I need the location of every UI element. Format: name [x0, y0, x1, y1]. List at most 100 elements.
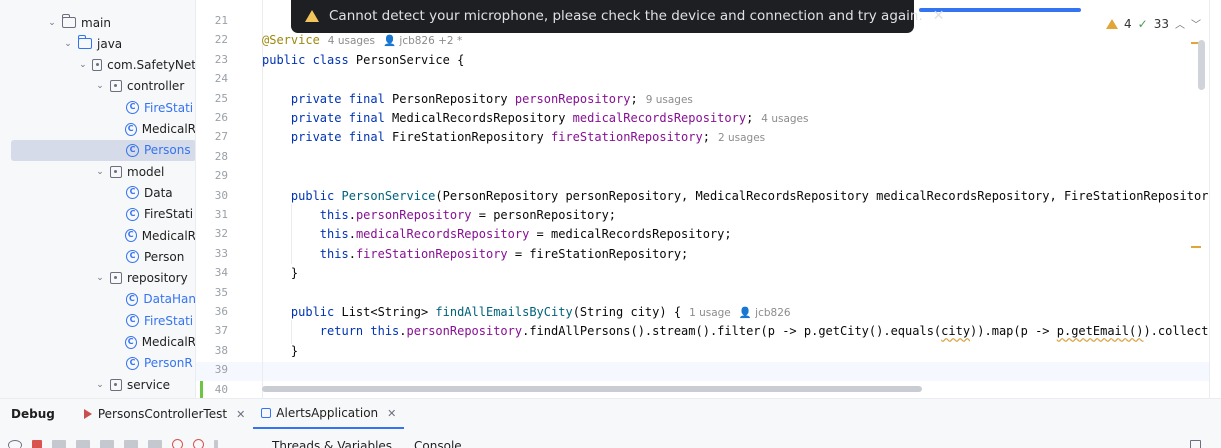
vertical-scrollbar[interactable] [1198, 40, 1205, 90]
code-token: ; [630, 91, 638, 106]
inlay-hint[interactable]: 👤 jcb826 [739, 307, 791, 319]
error-stripe-marker[interactable] [1191, 246, 1201, 248]
tree-item-label: FireStati [144, 100, 194, 115]
line-number: 40 [214, 382, 228, 396]
tab-threads-variables[interactable]: Threads & Variables [272, 439, 392, 448]
step-out-icon[interactable] [148, 439, 162, 448]
code-line[interactable]: this.fireStationRepository = fireStation… [262, 245, 688, 264]
more-icon[interactable] [214, 439, 218, 448]
code-line[interactable]: private final PersonRepository personRep… [262, 90, 693, 109]
code-line[interactable]: private final FireStationRepository fire… [262, 128, 765, 147]
close-icon[interactable]: ✕ [387, 407, 396, 420]
tree-item[interactable]: C DataHan [0, 289, 195, 310]
previous-highlight-icon[interactable]: ︿ [1175, 16, 1185, 31]
debug-toolbar [8, 439, 218, 448]
line-number: 35 [214, 285, 228, 299]
tree-item[interactable]: ⌄ model [0, 161, 195, 182]
inlay-hint[interactable]: 👤 jcb826 +2 * [383, 35, 462, 47]
chevron-down-icon[interactable]: ⌄ [94, 380, 106, 390]
step-over-icon[interactable] [100, 439, 114, 448]
inlay-hint[interactable]: 9 usages [646, 94, 693, 106]
tree-item[interactable]: ⌄ service [0, 374, 195, 395]
tree-item-label: com.SafetyNet [107, 58, 196, 73]
tree-item[interactable]: C Persons [11, 139, 195, 161]
tree-item[interactable]: C MedicalR [0, 225, 195, 246]
resume-icon[interactable] [52, 439, 66, 448]
inlay-hint[interactable]: 4 usages [761, 113, 808, 125]
code-token: FireStationRepository [392, 130, 551, 145]
class-icon: C [124, 229, 137, 242]
code-line[interactable]: this.medicalRecordsRepository = medicalR… [262, 225, 732, 244]
tree-item[interactable]: ⌄ repository [0, 268, 195, 289]
code-token: . [348, 227, 356, 242]
inlay-hint[interactable]: 2 usages [718, 132, 765, 144]
application-icon [261, 408, 272, 418]
code-line[interactable]: return this.personRepository.findAllPers… [262, 322, 1221, 341]
code-token: = medicalRecordsRepository; [529, 227, 732, 242]
tab-console[interactable]: Console [414, 439, 462, 448]
tree-item-label: FireStati [144, 207, 194, 222]
code-line[interactable]: } [262, 264, 298, 283]
inspection-widget[interactable]: 4 ✓ 33 ︿ ﹀ [1106, 16, 1201, 31]
class-icon: C [126, 186, 139, 200]
code-line[interactable]: } [262, 342, 298, 361]
mute-breakpoints-icon[interactable] [193, 439, 204, 448]
tab-alerts-application[interactable]: AlertsApplication ✕ [253, 399, 405, 429]
code-token: personRepository [514, 91, 631, 106]
stop-icon[interactable] [32, 439, 42, 448]
tree-item[interactable]: ⌄ com.SafetyNet [0, 55, 196, 76]
code-line[interactable]: this.personRepository = personRepository… [262, 206, 616, 225]
tree-item[interactable]: C PersonR [0, 353, 195, 374]
chevron-down-icon[interactable]: ⌄ [94, 81, 106, 91]
chevron-down-icon[interactable]: ⌄ [46, 18, 58, 28]
tree-item[interactable]: C FireStati [0, 97, 195, 118]
code-token: public class [262, 52, 356, 67]
tree-item-label: PersonR [144, 356, 193, 371]
code-token: private final [262, 111, 393, 125]
code-editor[interactable]: 21 22 23 24 25 26 27 28 29 30 31 32 33 34 35 36 37 38 39 40… [196, 0, 1221, 398]
code-line[interactable]: public List<String> findAllEmailsByCity(… [262, 303, 791, 322]
line-number: 37 [214, 324, 228, 338]
code-line[interactable]: public PersonService(PersonRepository pe… [262, 187, 1216, 206]
view-breakpoints-icon[interactable] [172, 439, 183, 448]
tree-item[interactable]: C FireStati [0, 204, 195, 225]
line-number: 39 [214, 363, 228, 377]
tree-item[interactable]: C FireStati [0, 310, 195, 331]
code-line[interactable]: @Service 4 usages 👤 jcb826 +2 * [262, 31, 462, 50]
inlay-hint[interactable]: 1 usage [689, 307, 731, 319]
tree-item[interactable]: ⌄ java [0, 33, 195, 54]
tab-persons-controller-test[interactable]: PersonsControllerTest ✕ [75, 399, 253, 429]
tree-item-label: FireStati [144, 313, 194, 328]
tree-item[interactable]: C MedicalR [0, 332, 195, 353]
chevron-down-icon[interactable]: ⌄ [94, 167, 106, 177]
class-icon: C [126, 314, 139, 328]
tree-item[interactable]: ⌄ main [0, 12, 195, 33]
code-line[interactable]: public class PersonService { [262, 51, 464, 70]
code-line[interactable]: private final MedicalRecordsRepository m… [262, 109, 809, 128]
chevron-down-icon[interactable]: ⌄ [94, 273, 106, 283]
code-token: . [399, 324, 407, 339]
rerun-icon[interactable] [8, 439, 22, 448]
code-area[interactable]: @Service 4 usages 👤 jcb826 +2 * public clas… [262, 0, 1221, 398]
chevron-down-icon[interactable]: ⌄ [78, 60, 88, 70]
line-number: 38 [214, 343, 228, 357]
tree-item[interactable]: C Person [0, 246, 195, 267]
layout-icon[interactable] [1190, 440, 1201, 448]
close-icon[interactable]: ✕ [236, 408, 245, 421]
code-token: personRepository [355, 208, 472, 222]
chevron-down-icon[interactable]: ⌄ [62, 39, 74, 49]
horizontal-scrollbar[interactable] [262, 386, 922, 392]
line-number: 26 [214, 111, 228, 124]
tree-item[interactable]: C MedicalR [0, 119, 196, 140]
next-highlight-icon[interactable]: ﹀ [1191, 16, 1201, 31]
tree-item[interactable]: ⌄ controller [0, 76, 195, 97]
tree-item[interactable]: C Data [0, 182, 195, 203]
code-token: fireStationRepository [355, 246, 508, 261]
code-token: findAllEmailsByCity [435, 305, 573, 319]
tree-item-label: MedicalR [141, 122, 196, 136]
close-icon[interactable]: ✕ [933, 8, 945, 24]
step-into-icon[interactable] [124, 439, 138, 448]
inlay-hint[interactable]: 4 usages [328, 35, 375, 47]
tab-label: PersonsControllerTest [97, 407, 228, 421]
pause-icon[interactable] [76, 439, 90, 448]
